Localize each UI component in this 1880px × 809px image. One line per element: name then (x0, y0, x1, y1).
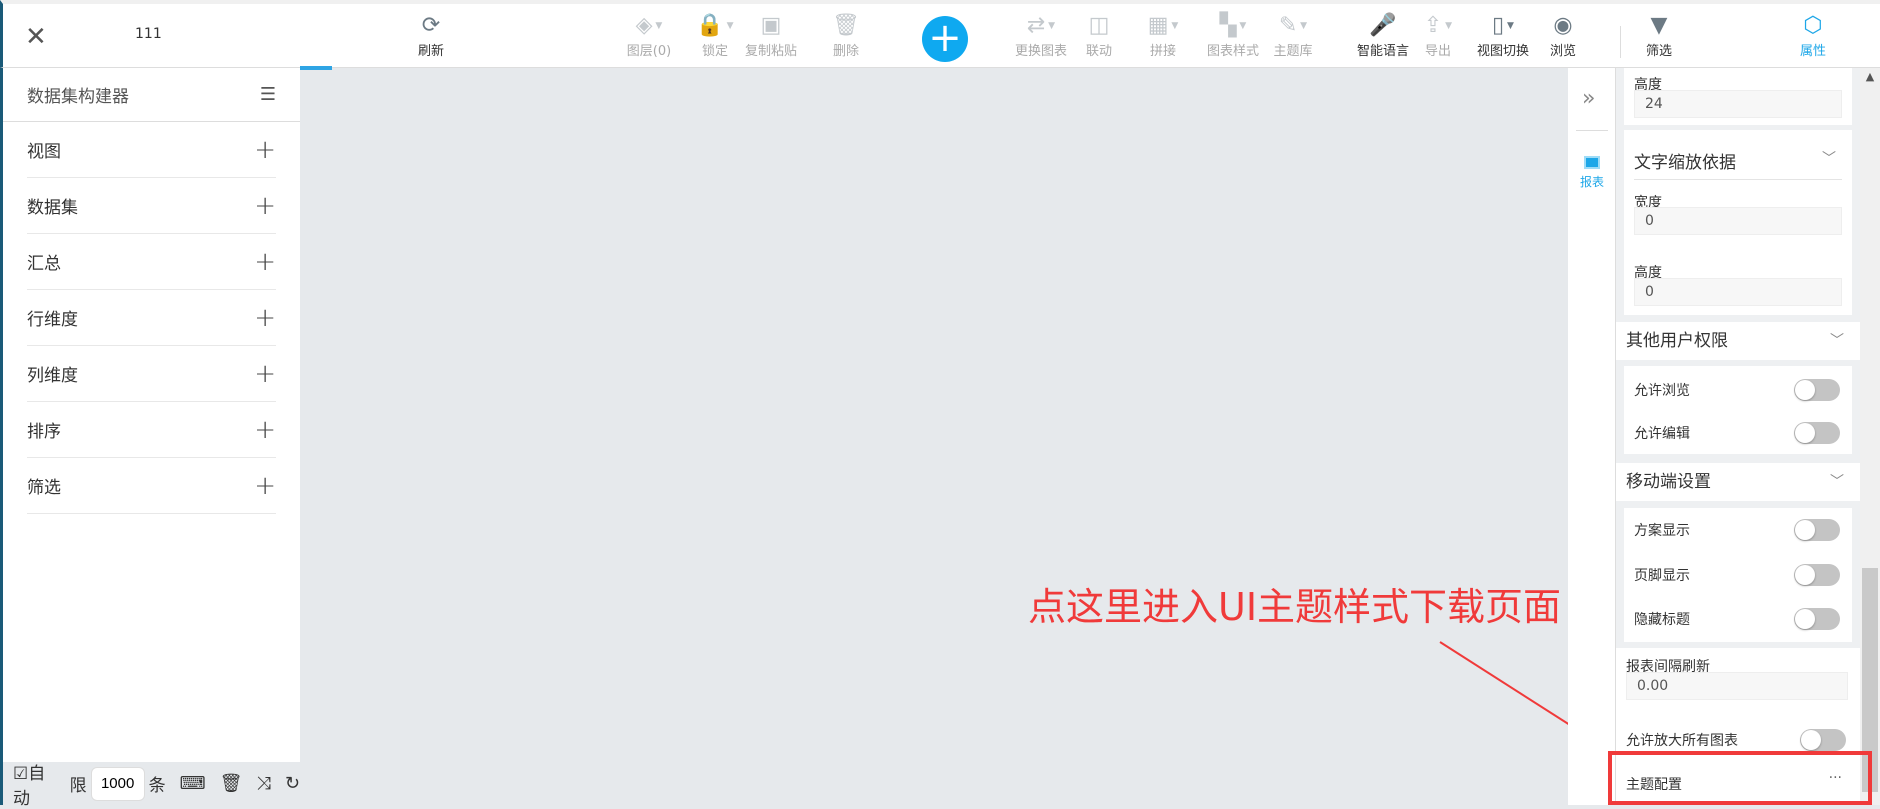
permissions-header[interactable]: 其他用户权限 ﹀ (1616, 322, 1860, 360)
hide-title-label: 隐藏标题 (1634, 612, 1690, 628)
properties-panel: 高度 24 文字缩放依据 ﹀ 宽度 0 高度 0 其他用户权限 ﹀ 允许浏览 允许… (1616, 68, 1860, 805)
scroll-up-icon[interactable]: ▲ (1860, 70, 1880, 83)
zoom-all-toggle[interactable] (1800, 729, 1846, 751)
plan-display-label: 方案显示 (1634, 523, 1690, 539)
monitor-icon (1584, 156, 1600, 169)
footer-display-toggle[interactable] (1794, 564, 1840, 586)
text-scale-title[interactable]: 文字缩放依据 (1634, 148, 1736, 173)
footer-display-label: 页脚显示 (1634, 568, 1690, 584)
side-icon-column: » 报表 (1568, 68, 1616, 805)
annotation-highlight-box (1608, 751, 1872, 805)
allow-edit-label: 允许编辑 (1634, 426, 1690, 442)
hide-title-toggle[interactable] (1794, 608, 1840, 630)
allow-view-label: 允许浏览 (1634, 383, 1690, 399)
allow-edit-toggle[interactable] (1794, 422, 1840, 444)
chevron-down-icon[interactable]: ﹀ (1822, 148, 1836, 168)
allow-view-toggle[interactable] (1794, 379, 1840, 401)
report-tab[interactable]: 报表 (1568, 156, 1616, 190)
chevron-down-icon: ﹀ (1830, 333, 1844, 349)
section-title: 移动端设置 (1626, 472, 1711, 492)
zoom-all-label: 允许放大所有图表 (1626, 733, 1738, 749)
report-label: 报表 (1579, 175, 1604, 189)
mobile-header[interactable]: 移动端设置 ﹀ (1616, 463, 1860, 501)
refresh-interval-input[interactable]: 0.00 (1626, 672, 1848, 700)
chevron-down-icon: ﹀ (1830, 474, 1844, 490)
height-input[interactable]: 24 (1634, 90, 1842, 118)
height-input[interactable]: 0 (1634, 278, 1842, 306)
width-input[interactable]: 0 (1634, 207, 1842, 235)
expand-icon[interactable]: » (1582, 86, 1595, 111)
section-title: 其他用户权限 (1626, 331, 1728, 351)
plan-display-toggle[interactable] (1794, 519, 1840, 541)
